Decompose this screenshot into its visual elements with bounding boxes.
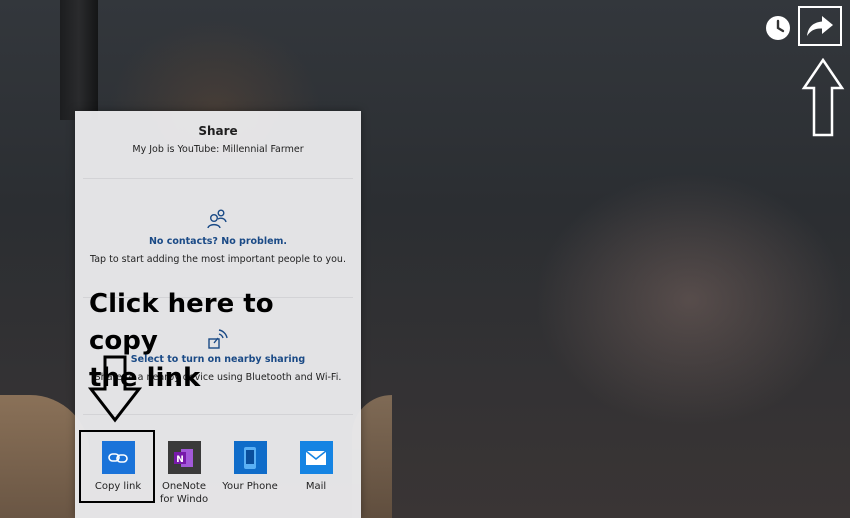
- up-arrow-annotation: [801, 58, 845, 137]
- app-tile: N: [167, 441, 201, 474]
- panel-title: Share: [198, 124, 238, 138]
- svg-text:N: N: [176, 455, 184, 465]
- contacts-icon: [207, 209, 227, 229]
- mail-icon: [305, 449, 327, 465]
- share-button[interactable]: [798, 6, 842, 46]
- share-arrow-icon: [807, 16, 833, 36]
- contacts-description: Tap to start adding the most important p…: [90, 254, 346, 265]
- panel-subtitle: My Job is YouTube: Millennial Farmer: [132, 144, 304, 155]
- divider: [83, 178, 353, 179]
- onenote-icon: N: [174, 448, 193, 467]
- app-tile: [299, 441, 333, 474]
- mail-app[interactable]: Mail: [285, 441, 347, 493]
- down-arrow-annotation: [88, 355, 142, 423]
- clock-icon[interactable]: [765, 15, 791, 41]
- your-phone-app[interactable]: Your Phone: [219, 441, 281, 493]
- copy-link-highlight: [79, 430, 155, 503]
- no-contacts-link[interactable]: No contacts? No problem.: [75, 236, 361, 247]
- app-label: Your Phone: [222, 481, 278, 492]
- app-tile: [233, 441, 267, 474]
- video-background: Share My Job is YouTube: Millennial Farm…: [0, 0, 850, 518]
- app-label-line2: for Windo: [159, 494, 209, 505]
- onenote-app[interactable]: N OneNote for Windo: [153, 441, 215, 506]
- app-label: Mail: [305, 481, 327, 492]
- app-label-line1: OneNote: [161, 481, 207, 492]
- annotation-line-1: Click here to copy: [89, 289, 274, 356]
- background-pipe: [60, 0, 98, 120]
- phone-icon: [244, 446, 256, 469]
